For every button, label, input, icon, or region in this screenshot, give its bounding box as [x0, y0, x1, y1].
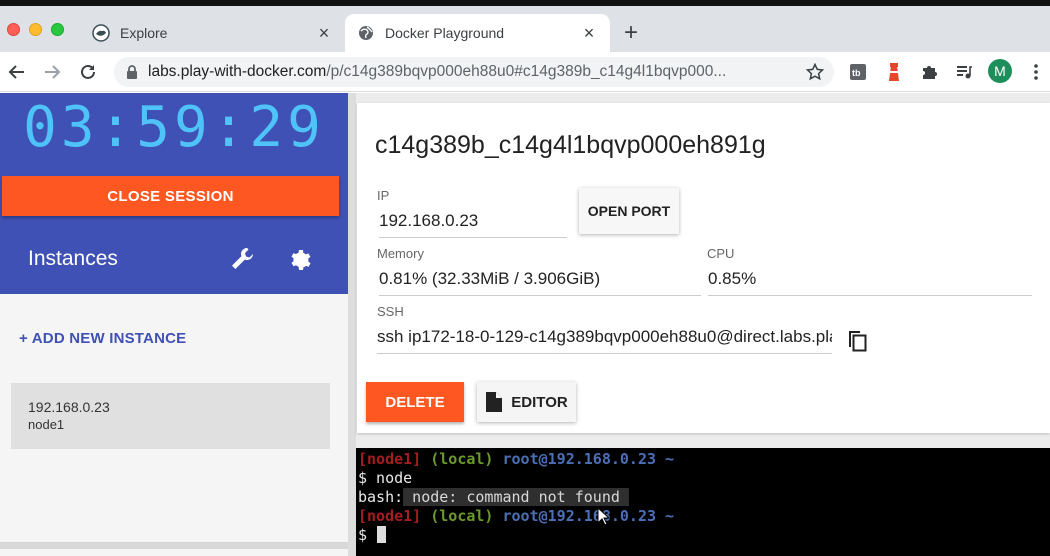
- minimize-window-button[interactable]: [29, 23, 42, 36]
- browser-menu-icon[interactable]: [1025, 61, 1047, 83]
- sidebar-header: 03:59:29 CLOSE SESSION Instances: [0, 93, 348, 294]
- close-tab-icon[interactable]: ×: [578, 23, 600, 44]
- tb-extension-icon[interactable]: tb: [847, 61, 869, 83]
- session-timer: 03:59:29: [23, 95, 325, 160]
- prompt-user: root@192.168.0.23 ~: [502, 507, 675, 525]
- prompt-node: [node1]: [358, 450, 422, 468]
- address-bar[interactable]: labs.play-with-docker.com/p/c14g389bqvp0…: [114, 57, 834, 87]
- ip-field[interactable]: 192.168.0.23: [379, 211, 567, 238]
- close-tab-icon[interactable]: ×: [313, 23, 335, 44]
- sidebar-scrollbar[interactable]: [0, 542, 348, 549]
- url-text: labs.play-with-docker.com/p/c14g389bqvp0…: [148, 63, 806, 81]
- new-tab-button[interactable]: +: [624, 21, 638, 45]
- copy-icon[interactable]: [845, 327, 869, 358]
- memory-field: 0.81% (32.33MiB / 3.906GiB): [379, 269, 701, 296]
- delete-button[interactable]: DELETE: [366, 382, 464, 422]
- prompt-user: root@192.168.0.23 ~: [502, 450, 675, 468]
- url-path: /p/c14g389bqvp000eh88u0#c14g389b_c14g4l1…: [326, 63, 727, 80]
- error-message: node: command not found: [403, 488, 629, 506]
- browser-toolbar: labs.play-with-docker.com/p/c14g389bqvp0…: [0, 52, 1050, 92]
- lighthouse-extension-icon[interactable]: [883, 61, 905, 83]
- lock-icon: [126, 65, 138, 79]
- file-icon: [485, 391, 503, 413]
- arrow-left-icon: [8, 65, 24, 79]
- forward-button[interactable]: [40, 60, 64, 84]
- prompt-dollar: $: [358, 526, 377, 544]
- arrow-right-icon: [45, 65, 61, 79]
- prompt-local: (local): [430, 507, 494, 525]
- instance-details-card: c14g389b_c14g4l1bqvp000eh891g IP 192.168…: [357, 103, 1050, 433]
- maximize-window-button[interactable]: [51, 23, 64, 36]
- gear-icon[interactable]: [289, 248, 313, 277]
- url-host: labs.play-with-docker.com: [148, 63, 327, 80]
- media-queue-icon[interactable]: [953, 61, 975, 83]
- terminal-cursor: [377, 526, 387, 543]
- instance-ip: 192.168.0.23: [28, 399, 110, 415]
- open-port-button[interactable]: OPEN PORT: [579, 188, 679, 234]
- tab-docker-playground[interactable]: Docker Playground ×: [345, 14, 610, 52]
- terminal-line: [node1] (local) root@192.168.0.23 ~: [358, 450, 1050, 469]
- tab-bar: Explore × Docker Playground × +: [0, 6, 1050, 52]
- bookmark-star-icon[interactable]: [806, 63, 824, 81]
- reload-button[interactable]: [76, 60, 100, 84]
- panel-divider: [348, 93, 356, 556]
- editor-button[interactable]: EDITOR: [477, 382, 576, 422]
- terminal-line: bash: node: command not found: [358, 488, 1050, 507]
- terminal-line: $: [358, 526, 1050, 545]
- close-session-button[interactable]: CLOSE SESSION: [2, 176, 339, 216]
- terminal[interactable]: [node1] (local) root@192.168.0.23 ~ $ no…: [356, 448, 1050, 556]
- back-button[interactable]: [5, 60, 29, 84]
- svg-text:tb: tb: [852, 68, 861, 78]
- editor-label: EDITOR: [511, 393, 568, 411]
- mouse-pointer-icon: [597, 506, 611, 532]
- cpu-field: 0.85%: [708, 269, 1032, 296]
- ssh-label: SSH: [377, 304, 404, 319]
- cpu-label: CPU: [707, 246, 735, 261]
- terminal-line: $ node: [358, 469, 413, 487]
- instances-heading: Instances: [28, 247, 118, 270]
- add-new-instance-button[interactable]: + ADD NEW INSTANCE: [19, 330, 186, 347]
- tab-title: Explore: [120, 25, 168, 41]
- ssh-field[interactable]: ssh ip172-18-0-129-c14g389bqvp000eh88u0@…: [377, 327, 832, 354]
- docker-icon: [92, 24, 110, 42]
- tab-explore[interactable]: Explore ×: [80, 14, 345, 52]
- sidebar: 03:59:29 CLOSE SESSION Instances + ADD N…: [0, 93, 348, 556]
- puzzle-extensions-icon[interactable]: [918, 61, 940, 83]
- globe-icon: [357, 24, 375, 42]
- bash-prefix: bash:: [358, 488, 404, 506]
- instance-name: node1: [28, 417, 65, 432]
- wrench-icon[interactable]: [230, 246, 256, 277]
- tab-title: Docker Playground: [385, 25, 505, 41]
- instance-title: c14g389b_c14g4l1bqvp000eh891g: [375, 131, 766, 159]
- terminal-line: [node1] (local) root@192.168.0.23 ~: [358, 507, 1050, 526]
- prompt-node: [node1]: [358, 507, 422, 525]
- close-window-button[interactable]: [7, 23, 20, 36]
- profile-avatar[interactable]: M: [988, 59, 1012, 83]
- ip-label: IP: [377, 188, 390, 203]
- prompt-local: (local): [430, 450, 494, 468]
- instance-list-item[interactable]: 192.168.0.23 node1: [11, 383, 330, 449]
- memory-label: Memory: [377, 246, 424, 261]
- reload-icon: [81, 64, 95, 79]
